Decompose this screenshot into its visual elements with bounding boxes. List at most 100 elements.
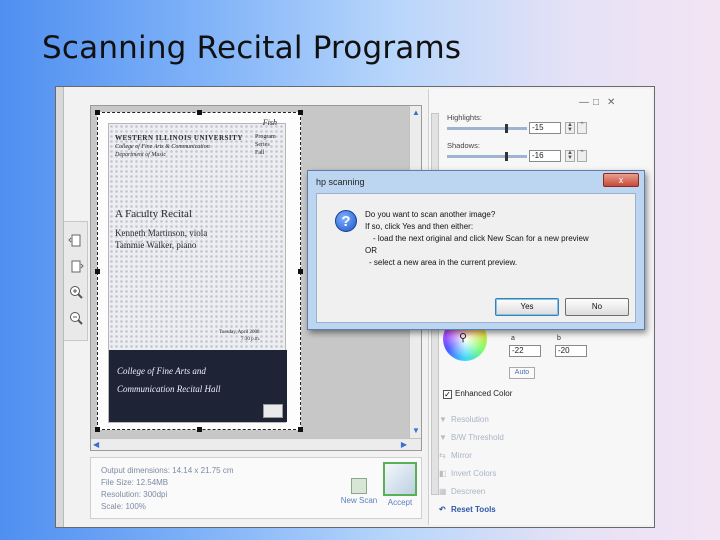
resize-handle[interactable]: [298, 110, 303, 115]
tool-label: B/W Threshold: [451, 433, 504, 442]
no-button[interactable]: No: [565, 298, 629, 316]
mirror-icon: ⇆: [439, 451, 446, 460]
tool-label: Mirror: [451, 451, 472, 460]
selection-box[interactable]: Fish WESTERN ILLINOIS UNIVERSITY College…: [95, 110, 303, 432]
doc-college-line: Department of Music: [115, 152, 166, 158]
scan-info-panel: Output dimensions: 14.14 x 21.75 cm File…: [90, 457, 422, 519]
tool-bw-threshold[interactable]: ▼ B/W Threshold: [439, 433, 504, 442]
b-axis-label: b: [557, 335, 561, 342]
highlights-slider[interactable]: [447, 124, 527, 133]
yes-button[interactable]: Yes: [495, 298, 559, 316]
tool-resolution[interactable]: ▼ Resolution: [439, 415, 489, 424]
zoom-in-icon[interactable]: [68, 284, 84, 300]
tool-reset-tools[interactable]: ↶ Reset Tools: [439, 505, 496, 514]
scroll-down-icon[interactable]: ▼: [412, 426, 420, 436]
doc-venue-line: College of Fine Arts and: [117, 366, 206, 376]
tool-label: Reset Tools: [451, 505, 496, 514]
enhanced-color-checkbox[interactable]: ✓: [443, 390, 452, 399]
scroll-right-icon[interactable]: ▶: [401, 440, 407, 450]
doc-performer: Kenneth Martinson, viola: [115, 228, 208, 238]
scanned-program: Fish WESTERN ILLINOIS UNIVERSITY College…: [108, 118, 287, 423]
resize-handle[interactable]: [197, 110, 202, 115]
resize-handle[interactable]: [95, 269, 100, 274]
rotate-left-icon[interactable]: [68, 232, 84, 248]
dialog-message-line: If so, click Yes and then either:: [365, 222, 474, 231]
doc-corner-note: Fish: [262, 118, 277, 127]
doc-college-line: College of Fine Arts & Communication: [115, 144, 210, 150]
slider-knob[interactable]: [505, 152, 508, 161]
invert-icon: ◧: [439, 469, 447, 478]
enhanced-color-label: Enhanced Color: [455, 389, 513, 398]
scroll-left-icon[interactable]: ◀: [93, 440, 99, 450]
dialog-message-line: OR: [365, 246, 377, 255]
side-toolbar: [64, 221, 88, 341]
doc-right-line: Fall: [255, 150, 265, 156]
slider-knob[interactable]: [505, 124, 508, 133]
highlights-value[interactable]: -15: [529, 122, 561, 134]
zoom-out-icon[interactable]: [68, 310, 84, 326]
tool-label: Descreen: [451, 487, 486, 496]
color-picker-icon: ⚲: [459, 332, 468, 344]
undo-icon: ↶: [439, 505, 446, 514]
tool-label: Resolution: [451, 415, 489, 424]
resize-handle[interactable]: [95, 427, 100, 432]
dialog-body: ? Do you want to scan another image? If …: [316, 193, 636, 323]
highlights-stepper[interactable]: ▲ ▼: [565, 122, 575, 134]
doc-venue-block: College of Fine Arts and Communication R…: [109, 350, 287, 422]
tool-label: Invert Colors: [451, 469, 497, 478]
doc-recital-title: A Faculty Recital: [115, 208, 192, 220]
a-axis-label: a: [511, 335, 515, 342]
doc-right-line: Program: [255, 134, 276, 140]
doc-right-line: Series: [255, 142, 270, 148]
dialog-title: hp scanning: [316, 177, 365, 187]
dialog-message-line: Do you want to scan another image?: [365, 210, 496, 219]
shadows-value[interactable]: -16: [529, 150, 561, 162]
shadows-slider[interactable]: [447, 152, 527, 161]
left-edge-strip: [56, 87, 64, 527]
file-size: File Size: 12.54MB: [101, 478, 169, 487]
minimize-icon[interactable]: —: [579, 97, 589, 108]
resize-handle[interactable]: [298, 269, 303, 274]
shadows-label: Shadows:: [447, 141, 480, 150]
slide-title: Scanning Recital Programs: [42, 30, 462, 66]
doc-sticker: [263, 404, 283, 418]
resize-handle[interactable]: [298, 427, 303, 432]
accept-button[interactable]: Accept: [381, 462, 419, 507]
expand-arrow-icon: ▼: [439, 415, 447, 424]
doc-date-line: 7:30 p.m.: [241, 337, 261, 342]
doc-date-line: Tuesday, April 2008: [219, 330, 260, 335]
new-scan-button[interactable]: New Scan: [339, 478, 379, 505]
doc-university: WESTERN ILLINOIS UNIVERSITY: [115, 134, 243, 142]
tool-descreen[interactable]: ▦ Descreen: [439, 487, 485, 496]
dialog-message-line: - select a new area in the current previ…: [369, 258, 518, 267]
doc-performer: Tammie Walker, piano: [115, 240, 197, 250]
highlights-reset-icon[interactable]: ^: [577, 122, 587, 134]
resize-handle[interactable]: [197, 427, 202, 432]
resize-handle[interactable]: [95, 110, 100, 115]
highlights-label: Highlights:: [447, 113, 483, 122]
shadows-stepper[interactable]: ▲ ▼: [565, 150, 575, 162]
dialog-close-button[interactable]: x: [603, 173, 639, 187]
auto-color-button[interactable]: Auto: [509, 367, 535, 379]
question-icon: ?: [335, 210, 357, 232]
maximize-icon[interactable]: □: [593, 97, 599, 108]
tool-mirror[interactable]: ⇆ Mirror: [439, 451, 472, 460]
tool-invert-colors[interactable]: ◧ Invert Colors: [439, 469, 496, 478]
close-icon[interactable]: ✕: [607, 97, 615, 108]
output-dimensions: Output dimensions: 14.14 x 21.75 cm: [101, 466, 234, 475]
new-scan-icon: [351, 478, 367, 494]
b-value[interactable]: -20: [555, 345, 587, 357]
doc-venue-line: Communication Recital Hall: [117, 384, 221, 394]
a-value[interactable]: -22: [509, 345, 541, 357]
scale-info: Scale: 100%: [101, 502, 146, 511]
shadows-reset-icon[interactable]: ^: [577, 150, 587, 162]
preview-horizontal-scrollbar[interactable]: ◀ ▶: [91, 438, 421, 450]
scroll-up-icon[interactable]: ▲: [412, 108, 420, 118]
accept-label: Accept: [387, 498, 413, 507]
descreen-icon: ▦: [439, 487, 447, 496]
hp-scanning-dialog: hp scanning x ? Do you want to scan anot…: [307, 170, 645, 330]
expand-arrow-icon: ▼: [439, 433, 447, 442]
new-scan-label: New Scan: [340, 496, 378, 505]
rotate-right-icon[interactable]: [68, 258, 84, 274]
accept-scanner-icon: [383, 462, 417, 496]
